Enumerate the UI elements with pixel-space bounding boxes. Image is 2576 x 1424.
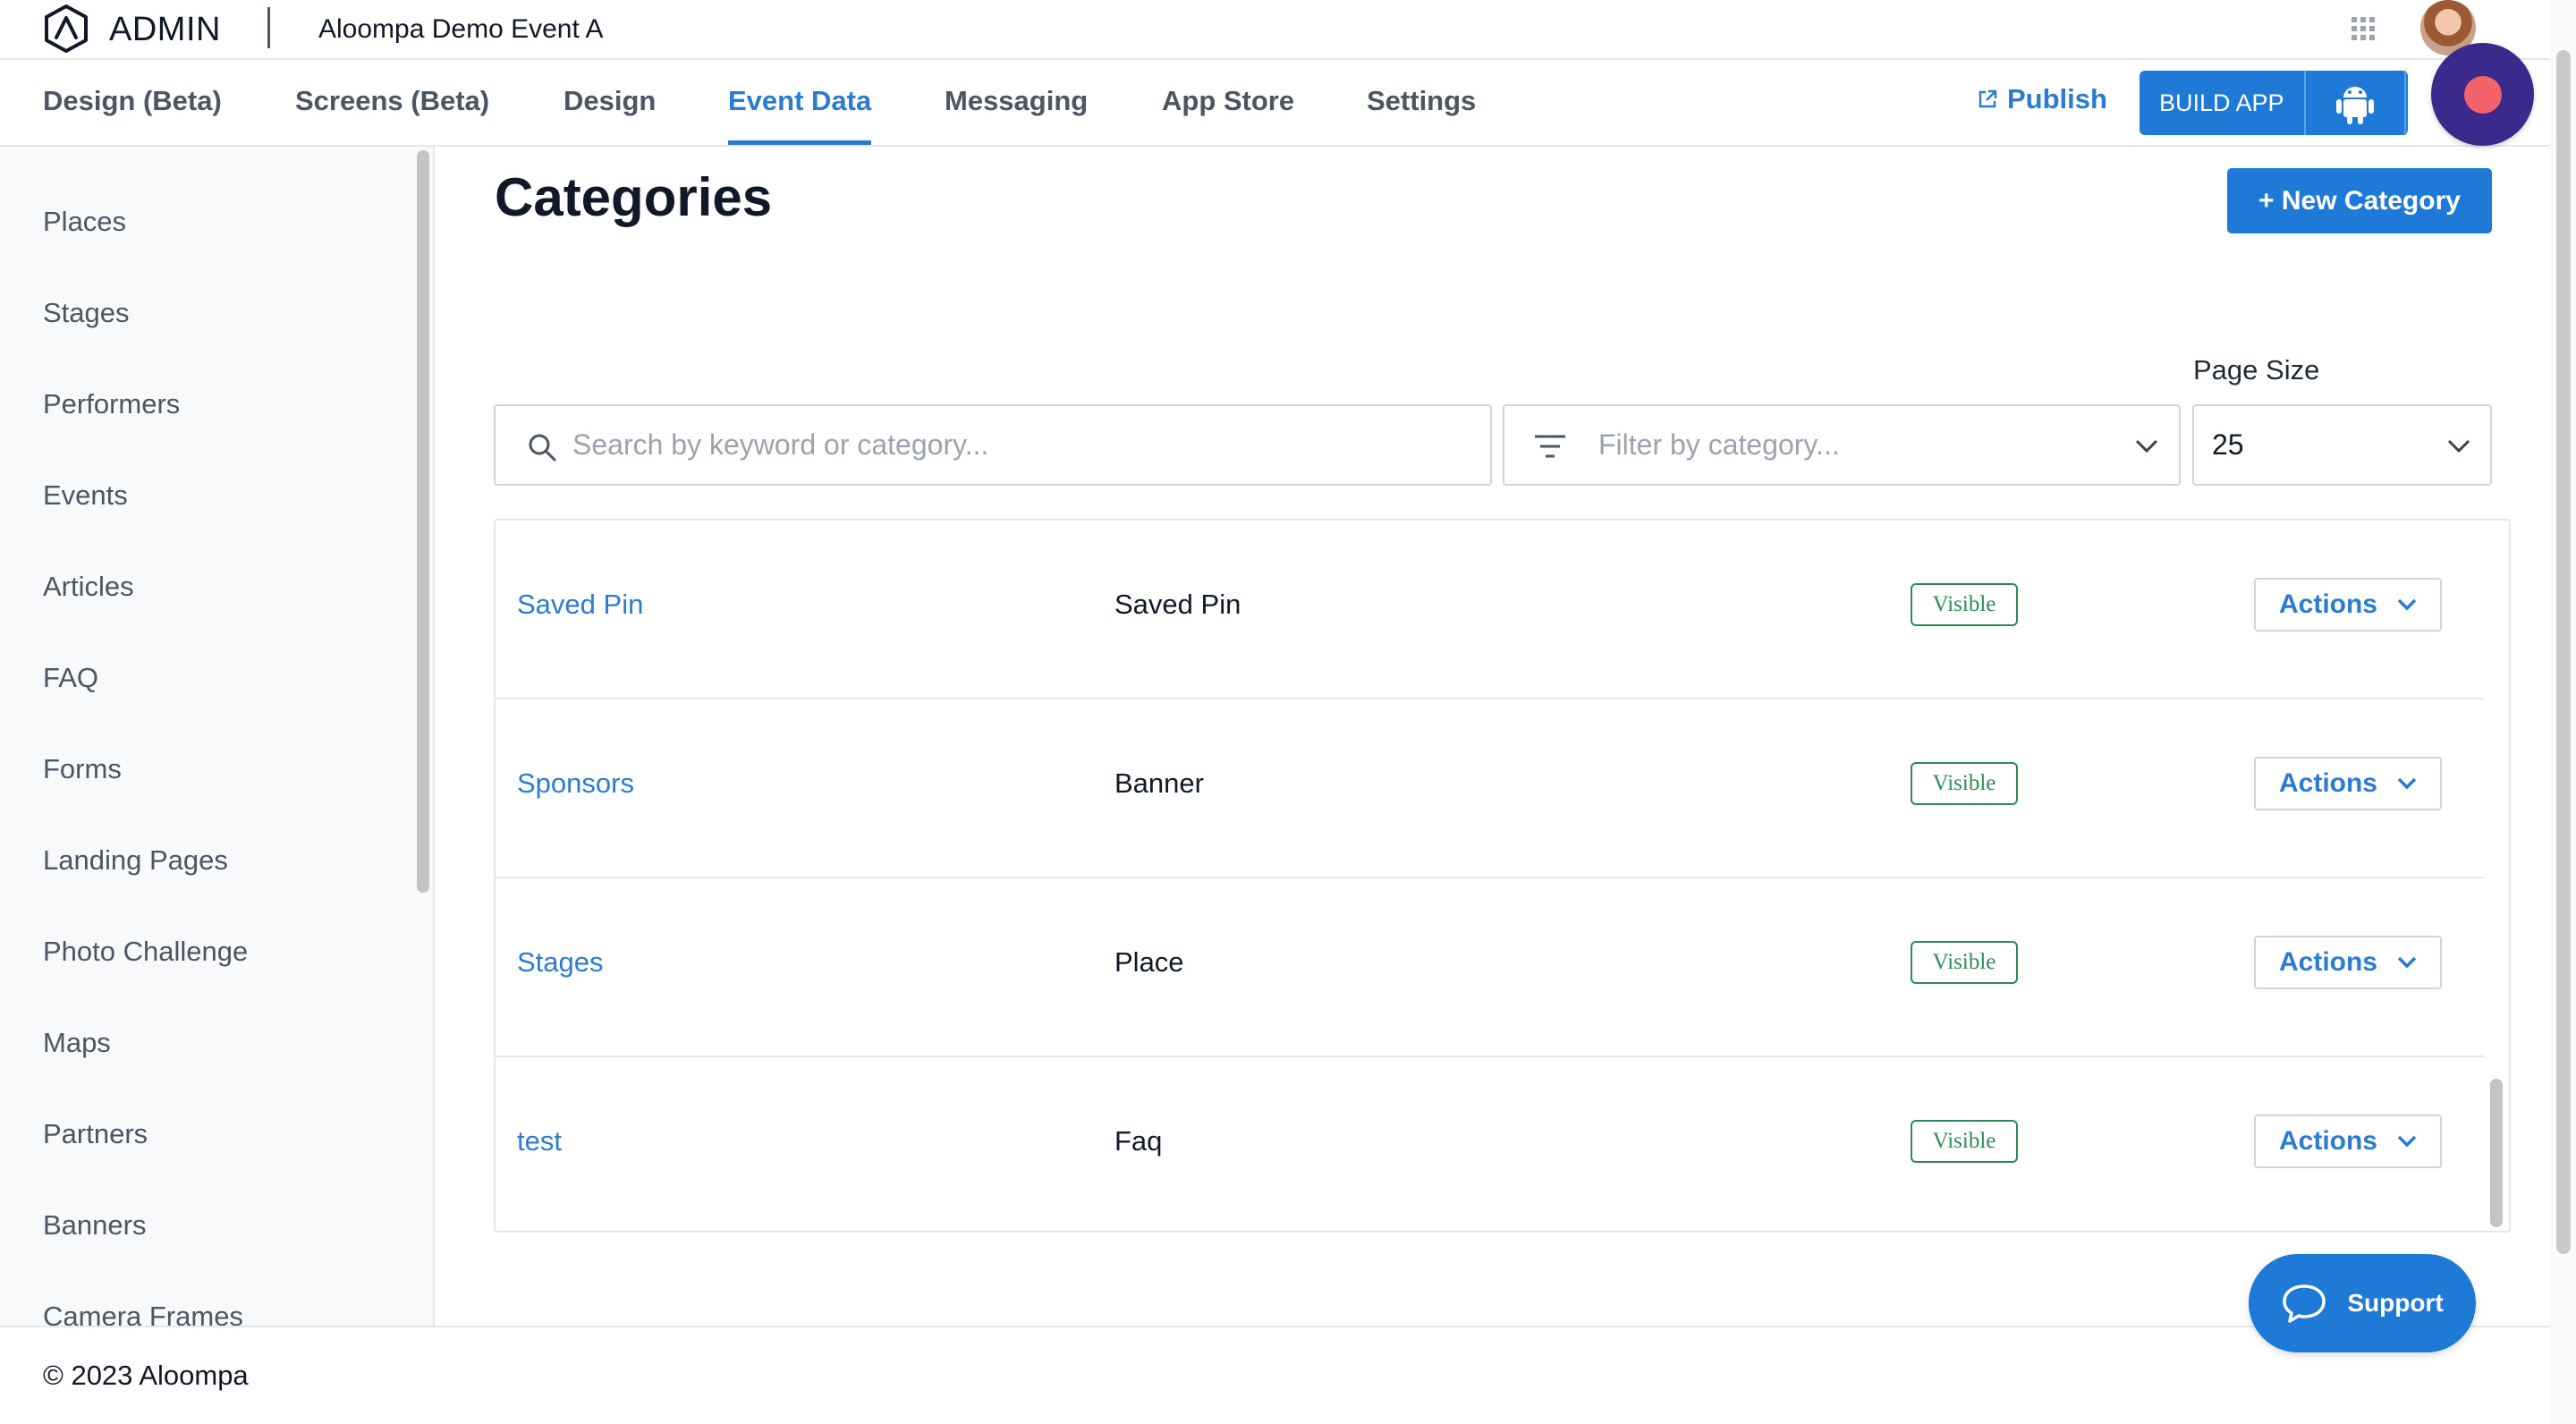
- build-app-group: BUILD APP: [2140, 71, 2408, 135]
- table-row: Stages Place Visible Actions: [496, 878, 2485, 1057]
- page-size-label: Page Size: [2193, 354, 2320, 386]
- sidebar-item-photo-challenge[interactable]: Photo Challenge: [43, 936, 248, 968]
- category-type: Faq: [1114, 1125, 1163, 1157]
- android-icon: [2335, 87, 2374, 124]
- actions-dropdown-button[interactable]: Actions: [2254, 757, 2442, 810]
- status-badge: Visible: [1911, 941, 2018, 984]
- actions-label: Actions: [2278, 589, 2377, 619]
- category-type: Saved Pin: [1114, 589, 1241, 620]
- table-row: Sponsors Banner Visible Actions: [496, 699, 2485, 878]
- sidebar-item-banners[interactable]: Banners: [43, 1209, 146, 1242]
- support-button[interactable]: Support: [2249, 1254, 2476, 1352]
- copyright-text: © 2023 Aloompa: [43, 1360, 249, 1391]
- chevron-down-icon: [2397, 598, 2417, 611]
- page-scrollbar[interactable]: [2556, 50, 2571, 1254]
- page-size-select[interactable]: 25: [2192, 404, 2492, 486]
- record-button[interactable]: [2431, 43, 2534, 146]
- build-app-button[interactable]: BUILD APP: [2140, 71, 2306, 135]
- actions-label: Actions: [2278, 1126, 2377, 1156]
- sidebar-item-maps[interactable]: Maps: [43, 1027, 111, 1059]
- category-type: Place: [1114, 946, 1184, 978]
- page-title: Categories: [495, 167, 773, 227]
- search-input[interactable]: [572, 406, 1467, 484]
- tab-design[interactable]: Design: [564, 60, 656, 145]
- table-row: test Faq Visible Actions: [496, 1057, 2485, 1231]
- category-name-link[interactable]: Saved Pin: [517, 589, 643, 621]
- nav-tabs: Design (Beta) Screens (Beta) Design Even…: [0, 60, 2549, 147]
- android-build-button[interactable]: [2306, 71, 2406, 135]
- sidebar-item-events[interactable]: Events: [43, 479, 128, 512]
- event-name[interactable]: Aloompa Demo Event A: [318, 14, 604, 45]
- sidebar-item-performers[interactable]: Performers: [43, 388, 180, 420]
- sidebar-scrollbar[interactable]: [417, 150, 429, 893]
- record-dot-icon: [2463, 75, 2502, 114]
- chat-bubble-icon: [2283, 1284, 2326, 1323]
- filter-placeholder: Filter by category...: [1598, 428, 1840, 461]
- tab-messaging[interactable]: Messaging: [945, 60, 1088, 145]
- table-row: Saved Pin Saved Pin Visible Actions: [496, 521, 2485, 699]
- chevron-down-icon: [2397, 777, 2417, 790]
- status-badge: Visible: [1911, 583, 2018, 626]
- tab-event-data[interactable]: Event Data: [728, 60, 872, 145]
- logo-icon[interactable]: [41, 4, 91, 54]
- chevron-down-icon: [2135, 439, 2158, 453]
- actions-dropdown-button[interactable]: Actions: [2254, 1115, 2442, 1168]
- sidebar-item-articles[interactable]: Articles: [43, 571, 134, 603]
- app-root: ADMIN Aloompa Demo Event A Design (Beta)…: [0, 0, 2576, 1424]
- status-badge: Visible: [1911, 1120, 2018, 1163]
- categories-table: Saved Pin Saved Pin Visible Actions Spon…: [494, 519, 2511, 1233]
- search-icon: [529, 434, 556, 462]
- actions-dropdown-button[interactable]: Actions: [2254, 936, 2442, 989]
- sidebar-item-stages[interactable]: Stages: [43, 297, 130, 329]
- tab-app-store[interactable]: App Store: [1162, 60, 1294, 145]
- support-label: Support: [2347, 1289, 2444, 1317]
- chevron-down-icon: [2447, 439, 2470, 453]
- sidebar-item-camera-frames[interactable]: Camera Frames: [43, 1301, 243, 1326]
- publish-link[interactable]: Publish: [1977, 83, 2107, 115]
- new-category-button[interactable]: + New Category: [2227, 168, 2492, 233]
- footer: © 2023 Aloompa: [0, 1326, 2549, 1424]
- sidebar-item-faq[interactable]: FAQ: [43, 662, 98, 694]
- status-badge: Visible: [1911, 762, 2018, 805]
- category-name-link[interactable]: Sponsors: [517, 767, 634, 800]
- actions-label: Actions: [2278, 947, 2377, 977]
- category-name-link[interactable]: test: [517, 1125, 562, 1157]
- category-filter-select[interactable]: Filter by category...: [1503, 404, 2181, 486]
- page-size-value: 25: [2212, 428, 2244, 461]
- sidebar-item-forms[interactable]: Forms: [43, 753, 122, 785]
- search-field[interactable]: [494, 404, 1492, 486]
- divider: [267, 7, 270, 48]
- tab-screens-beta[interactable]: Screens (Beta): [295, 60, 489, 145]
- sidebar: Places Stages Performers Events Articles…: [0, 147, 435, 1326]
- sidebar-item-landing-pages[interactable]: Landing Pages: [43, 844, 228, 877]
- table-scrollbar[interactable]: [2490, 1079, 2503, 1227]
- admin-label: ADMIN: [109, 11, 221, 48]
- chevron-down-icon: [2397, 1135, 2417, 1148]
- filter-icon: [1535, 435, 1565, 458]
- publish-label: Publish: [2007, 83, 2107, 114]
- category-type: Banner: [1114, 767, 1204, 799]
- top-bar: ADMIN Aloompa Demo Event A: [0, 0, 2549, 60]
- category-name-link[interactable]: Stages: [517, 946, 604, 979]
- actions-dropdown-button[interactable]: Actions: [2254, 578, 2442, 631]
- tab-design-beta[interactable]: Design (Beta): [43, 60, 222, 145]
- sidebar-item-places[interactable]: Places: [43, 206, 126, 238]
- apps-grid-icon[interactable]: [2351, 16, 2376, 41]
- actions-label: Actions: [2278, 768, 2377, 798]
- sidebar-item-partners[interactable]: Partners: [43, 1118, 148, 1150]
- tab-settings[interactable]: Settings: [1367, 60, 1476, 145]
- chevron-down-icon: [2397, 956, 2417, 969]
- external-link-icon: [1979, 89, 1997, 108]
